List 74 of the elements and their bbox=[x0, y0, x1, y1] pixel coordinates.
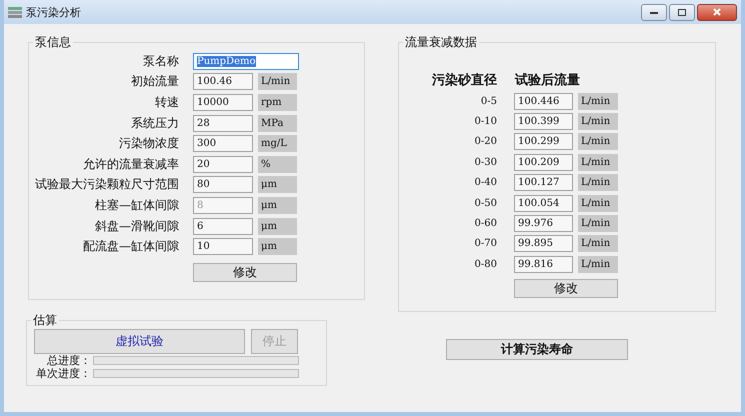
group-title: 估算 bbox=[32, 312, 58, 329]
field-label: 柱塞—缸体间隙 bbox=[94, 196, 180, 214]
diameter-range: 0-50 bbox=[474, 198, 498, 209]
diameter-range: 0-40 bbox=[474, 177, 498, 188]
unit-label: mg/L bbox=[258, 135, 297, 152]
progress-label: 总进度： bbox=[46, 353, 91, 368]
unit-label: L/min bbox=[578, 92, 618, 110]
close-button[interactable] bbox=[697, 4, 737, 20]
unit-label: L/min bbox=[578, 113, 618, 130]
field-label: 斜盘—滑靴间隙 bbox=[94, 218, 180, 235]
modify-button[interactable]: 修改 bbox=[514, 278, 618, 298]
unit-label: L/min bbox=[578, 174, 618, 192]
field-label: 配流盘—缸体间隙 bbox=[82, 238, 180, 256]
input-field[interactable]: 99.895 bbox=[514, 235, 573, 252]
unit-label: L/min bbox=[578, 194, 618, 212]
virtual-test-button[interactable]: 虚拟试验 bbox=[34, 329, 245, 354]
input-field[interactable]: 10 bbox=[193, 238, 253, 256]
unit-label: rpm bbox=[258, 94, 297, 111]
diameter-range: 0-60 bbox=[474, 218, 498, 230]
minimize-icon bbox=[650, 10, 658, 14]
unit-label: L/min bbox=[578, 235, 618, 252]
unit-label: L/min bbox=[578, 133, 618, 150]
unit-label: L/min bbox=[258, 73, 297, 90]
unit-label: μm bbox=[258, 176, 297, 194]
field-label: 允许的流量衰减率 bbox=[82, 156, 180, 173]
input-field[interactable]: 100.127 bbox=[514, 174, 573, 192]
diameter-range: 0-80 bbox=[474, 258, 498, 270]
unit-label: μm bbox=[258, 238, 297, 256]
input-field[interactable]: 99.976 bbox=[514, 215, 573, 232]
input-field[interactable]: 100.299 bbox=[514, 133, 573, 150]
input-field[interactable]: 99.816 bbox=[514, 256, 573, 273]
unit-label: L/min bbox=[578, 215, 618, 232]
input-field[interactable]: 300 bbox=[193, 135, 253, 152]
maximize-button[interactable] bbox=[669, 4, 695, 20]
unit-label: % bbox=[258, 156, 297, 173]
input-field[interactable]: PumpDemo bbox=[193, 52, 299, 70]
input-field[interactable]: 10000 bbox=[193, 94, 253, 111]
maximize-icon bbox=[678, 8, 686, 16]
field-label: 试验最大污染颗粒尺寸范围 bbox=[34, 176, 180, 194]
unit-label: μm bbox=[258, 218, 297, 235]
input-field[interactable]: 28 bbox=[193, 114, 253, 132]
window-title: 泵污染分析 bbox=[26, 4, 81, 20]
input-field[interactable]: 6 bbox=[193, 218, 253, 235]
diameter-range: 0-10 bbox=[474, 116, 498, 128]
app-icon bbox=[8, 6, 22, 18]
field-label: 转速 bbox=[154, 94, 180, 111]
diameter-range: 0-5 bbox=[480, 96, 498, 107]
field-label: 泵名称 bbox=[142, 52, 180, 70]
field-label: 污染物浓度 bbox=[118, 135, 180, 152]
minimize-button[interactable] bbox=[641, 4, 667, 20]
close-icon bbox=[713, 8, 721, 16]
group-title: 流量衰减数据 bbox=[404, 34, 478, 51]
unit-label: L/min bbox=[578, 256, 618, 273]
field-label: 系统压力 bbox=[130, 114, 180, 132]
unit-label: L/min bbox=[578, 154, 618, 171]
progress-label: 单次进度： bbox=[35, 366, 91, 381]
input-field[interactable]: 100.399 bbox=[514, 113, 573, 130]
unit-label: MPa bbox=[258, 114, 297, 132]
input-field[interactable]: 100.446 bbox=[514, 92, 573, 110]
group-title: 泵信息 bbox=[34, 34, 72, 51]
column-header: 污染砂直径 bbox=[431, 72, 497, 89]
input-field[interactable]: 100.46 bbox=[193, 73, 253, 90]
input-field[interactable]: 20 bbox=[193, 156, 253, 173]
diameter-range: 0-30 bbox=[474, 156, 498, 168]
field-label: 初始流量 bbox=[130, 73, 180, 90]
column-header: 试验后流量 bbox=[515, 72, 580, 89]
input-field[interactable]: 100.054 bbox=[514, 194, 573, 212]
modify-button[interactable]: 修改 bbox=[193, 262, 297, 282]
input-field[interactable]: 100.209 bbox=[514, 154, 573, 171]
diameter-range: 0-20 bbox=[474, 136, 498, 148]
compute-life-button[interactable]: 计算污染寿命 bbox=[446, 339, 628, 360]
input-field[interactable]: 80 bbox=[193, 176, 253, 194]
unit-label: μm bbox=[258, 196, 297, 214]
diameter-range: 0-70 bbox=[474, 238, 498, 250]
